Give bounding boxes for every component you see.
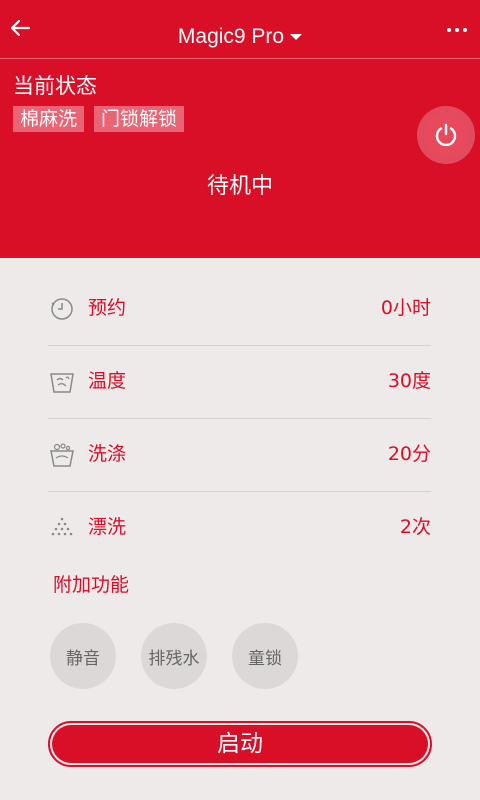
device-name: Magic9 Pro — [177, 25, 285, 48]
setting-row-temperature[interactable]: 温度 30度 — [48, 346, 431, 419]
drain-button[interactable]: 排残水 — [141, 623, 207, 689]
setting-value: 30度 — [387, 370, 431, 392]
machine-state: 待机中 — [206, 174, 273, 199]
wash-tub-icon — [50, 443, 74, 467]
setting-value: 2次 — [399, 516, 431, 538]
top-bar: Magic9 Pro — [0, 0, 480, 59]
more-button[interactable] — [442, 18, 472, 42]
program-tag: 棉麻洗 — [13, 106, 85, 132]
caret-down-icon — [290, 34, 303, 41]
more-dot-icon — [455, 28, 459, 32]
clock-icon — [51, 298, 73, 320]
status-tags: 棉麻洗 门锁解锁 — [13, 106, 185, 132]
mute-button[interactable]: 静音 — [50, 623, 116, 689]
power-button[interactable] — [417, 106, 475, 164]
setting-value: 20分 — [387, 443, 431, 465]
setting-value: 0小时 — [380, 297, 431, 319]
setting-row-rinse[interactable]: 漂洗 2次 — [48, 492, 431, 564]
power-button-inner — [424, 113, 468, 157]
temperature-icon — [50, 373, 74, 393]
setting-label: 预约 — [88, 297, 127, 319]
more-dot-icon — [463, 28, 467, 32]
child-lock-button[interactable]: 童锁 — [232, 623, 298, 689]
rinse-drops-icon — [51, 517, 73, 536]
status-header: Magic9 Pro 当前状态 棉麻洗 门锁解锁 待机中 — [0, 0, 480, 258]
settings-list: 预约 0小时 温度 30度 洗涤 20分 漂洗 2次 — [48, 273, 431, 564]
power-icon — [435, 123, 457, 147]
setting-label: 漂洗 — [88, 516, 127, 538]
extra-functions: 静音 排残水 童锁 — [50, 623, 298, 689]
device-selector[interactable]: Magic9 Pro — [0, 22, 480, 52]
setting-label: 温度 — [88, 370, 127, 392]
setting-label: 洗涤 — [88, 443, 127, 465]
setting-row-wash[interactable]: 洗涤 20分 — [48, 419, 431, 492]
more-dot-icon — [447, 28, 451, 32]
door-lock-tag: 门锁解锁 — [94, 106, 185, 132]
setting-row-schedule[interactable]: 预约 0小时 — [48, 273, 431, 346]
start-button[interactable]: 启动 — [48, 721, 432, 767]
start-button-label: 启动 — [217, 731, 263, 757]
status-label: 当前状态 — [13, 74, 97, 98]
extra-functions-title: 附加功能 — [53, 574, 130, 596]
